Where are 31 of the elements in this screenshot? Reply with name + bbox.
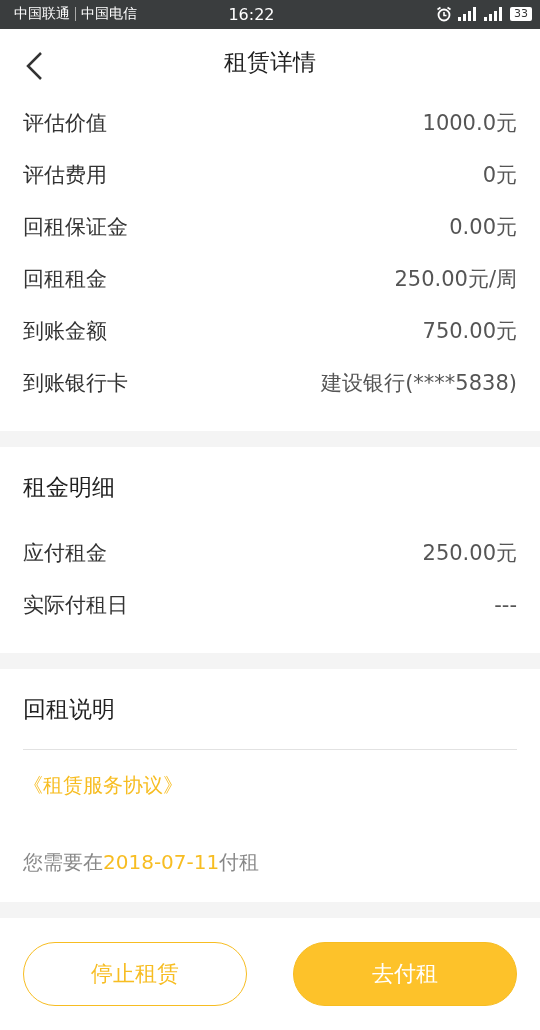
- signal-icon: [458, 7, 478, 22]
- field-label: 回租保证金: [23, 214, 128, 241]
- section-title: 租金明细: [23, 472, 116, 502]
- stop-button[interactable]: 停止租赁: [23, 942, 247, 1006]
- field-value: ---: [494, 593, 517, 617]
- field-label: 应付租金: [23, 540, 107, 567]
- field-value: 250.00元: [422, 540, 517, 567]
- field-label: 到账金额: [23, 318, 107, 345]
- carrier-name: 中国联通: [14, 5, 70, 24]
- section-title: 回租说明: [23, 694, 116, 724]
- field-label: 回租租金: [23, 266, 107, 293]
- alarm-icon: [436, 6, 452, 23]
- back-icon[interactable]: [24, 50, 44, 81]
- battery-level: 33: [510, 7, 532, 22]
- payment-note: 您需要在2018-07-11付租: [23, 849, 261, 876]
- field-value: 750.00元: [422, 318, 517, 345]
- field-label: 评估费用: [23, 162, 107, 189]
- field-label: 到账银行卡: [23, 370, 128, 397]
- field-value: 0.00元: [449, 214, 517, 241]
- pay-button[interactable]: 去付租: [293, 942, 517, 1006]
- field-label: 实际付租日: [23, 592, 128, 619]
- status-time: 16:22: [227, 4, 276, 24]
- field-value: 1000.0元: [422, 110, 517, 137]
- field-label: 评估价值: [23, 110, 107, 137]
- field-value: 250.00元/周: [394, 266, 517, 293]
- field-value: 建设银行(****5838): [321, 370, 517, 397]
- signal-icon: [484, 7, 504, 22]
- agreement-link[interactable]: 《租赁服务协议》: [23, 750, 517, 821]
- page-title: 租赁详情: [224, 48, 316, 78]
- field-value: 0元: [482, 162, 517, 189]
- carrier-name: 中国电信: [81, 5, 137, 24]
